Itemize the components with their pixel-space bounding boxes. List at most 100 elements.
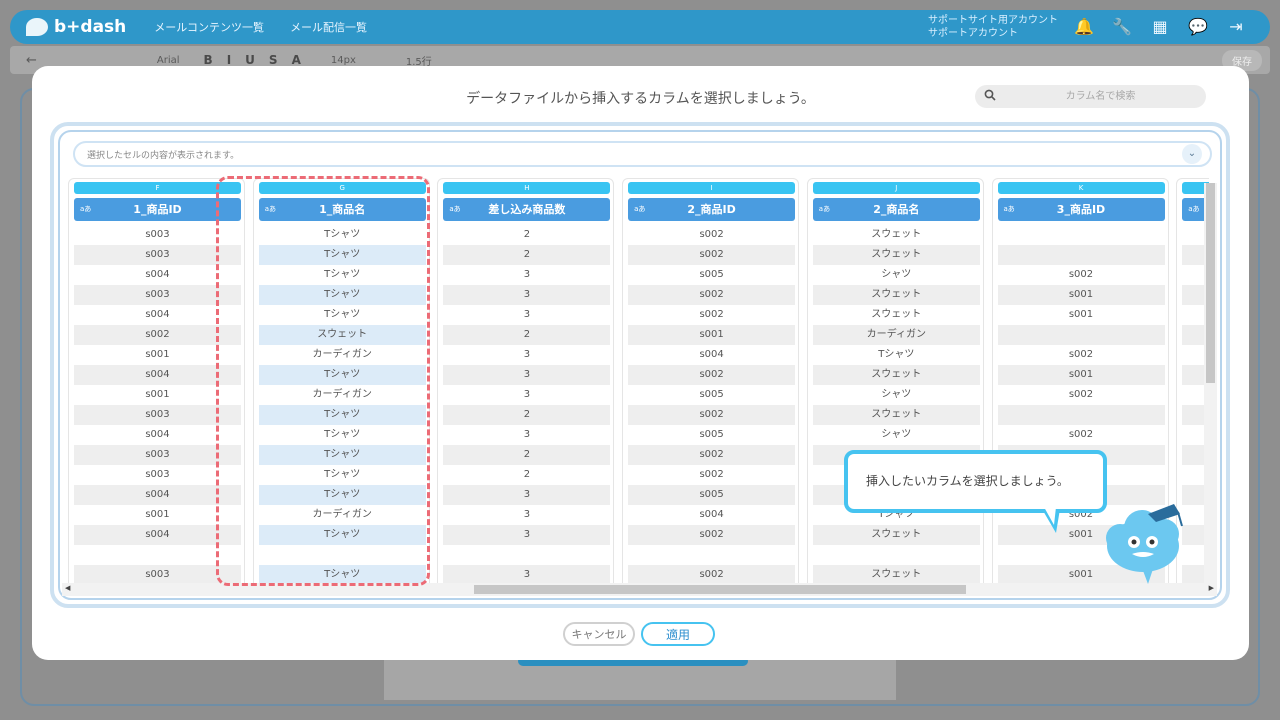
table-cell[interactable]: スウェット: [812, 245, 980, 265]
table-cell[interactable]: 3: [443, 365, 611, 385]
table-cell[interactable]: 3: [443, 425, 610, 445]
table-cell[interactable]: 3: [443, 285, 611, 305]
table-cell[interactable]: s001: [998, 305, 1165, 325]
table-cell[interactable]: Tシャツ: [259, 425, 426, 445]
table-cell[interactable]: スウェット: [813, 305, 980, 325]
horizontal-scrollbar[interactable]: ◀ ▶: [62, 583, 1217, 596]
table-cell[interactable]: カーディガン: [259, 505, 426, 525]
table-cell[interactable]: Tシャツ: [259, 265, 426, 285]
table-cell[interactable]: スウェット: [812, 525, 980, 545]
table-cell[interactable]: s005: [628, 385, 795, 405]
table-cell[interactable]: Tシャツ: [258, 245, 426, 265]
scroll-left-arrow-icon[interactable]: ◀: [65, 584, 70, 592]
table-cell[interactable]: Tシャツ: [258, 405, 426, 425]
table-cell[interactable]: Tシャツ: [813, 345, 980, 365]
bold-button[interactable]: B: [204, 53, 213, 67]
font-size-select[interactable]: 14px: [331, 55, 356, 66]
nav-link-contents[interactable]: メールコンテンツ一覧: [154, 19, 264, 35]
bell-icon[interactable]: 🔔: [1074, 17, 1094, 37]
table-cell[interactable]: s002: [998, 265, 1165, 285]
table-cell[interactable]: s004: [74, 525, 241, 545]
table-cell[interactable]: [443, 545, 610, 565]
table-cell[interactable]: 2: [443, 245, 611, 265]
table-cell[interactable]: 3: [443, 565, 611, 585]
table-cell[interactable]: s004: [74, 425, 241, 445]
table-cell[interactable]: s002: [628, 405, 796, 425]
table-cell[interactable]: 2: [443, 405, 611, 425]
table-cell[interactable]: s002: [998, 425, 1165, 445]
table-cell[interactable]: s003: [74, 465, 241, 485]
table-cell[interactable]: シャツ: [813, 265, 980, 285]
table-cell[interactable]: s002: [628, 525, 796, 545]
table-cell[interactable]: シャツ: [813, 385, 980, 405]
table-cell[interactable]: s005: [628, 265, 795, 285]
table-cell[interactable]: s002: [628, 305, 795, 325]
table-cell[interactable]: s003: [74, 405, 241, 425]
table-cell[interactable]: s001: [997, 285, 1165, 305]
vertical-scrollbar[interactable]: ▼: [1204, 183, 1217, 593]
table-cell[interactable]: s003: [74, 565, 241, 585]
grid-icon[interactable]: ▦: [1150, 17, 1170, 37]
column-header[interactable]: aあ 1_商品ID: [74, 198, 241, 221]
table-cell[interactable]: スウェット: [813, 225, 980, 245]
table-cell[interactable]: Tシャツ: [258, 365, 426, 385]
table-cell[interactable]: s003: [74, 285, 241, 305]
table-cell[interactable]: スウェット: [812, 365, 980, 385]
table-cell[interactable]: [259, 545, 426, 565]
table-cell[interactable]: スウェット: [812, 285, 980, 305]
table-cell[interactable]: s001: [74, 505, 241, 525]
table-cell[interactable]: s003: [74, 245, 241, 265]
table-cell[interactable]: カーディガン: [259, 345, 426, 365]
account-info[interactable]: サポートサイト用アカウント サポートアカウント: [928, 14, 1058, 40]
table-cell[interactable]: スウェット: [258, 325, 426, 345]
table-cell[interactable]: Tシャツ: [258, 485, 426, 505]
table-cell[interactable]: s002: [998, 385, 1165, 405]
cell-content-display[interactable]: 選択したセルの内容が表示されます。 ⌄: [73, 141, 1212, 167]
table-cell[interactable]: [813, 545, 980, 565]
table-cell[interactable]: Tシャツ: [258, 285, 426, 305]
apply-button[interactable]: 適用: [641, 622, 715, 646]
table-cell[interactable]: Tシャツ: [259, 225, 426, 245]
table-cell[interactable]: スウェット: [812, 405, 980, 425]
chevron-down-icon[interactable]: ⌄: [1182, 144, 1202, 164]
table-cell[interactable]: s001: [997, 365, 1165, 385]
search-input[interactable]: [1003, 87, 1198, 106]
table-cell[interactable]: s002: [628, 285, 796, 305]
column-H[interactable]: Haあ 差し込み商品数 2 2 3 3 3 2 3 3 3 2 3 2 2 3 3 3 3: [437, 178, 615, 586]
table-cell[interactable]: 3: [443, 385, 610, 405]
logout-icon[interactable]: ⇥: [1226, 17, 1246, 37]
table-cell[interactable]: s004: [628, 345, 795, 365]
table-cell[interactable]: s001: [628, 325, 796, 345]
scroll-right-arrow-icon[interactable]: ▶: [1209, 584, 1214, 592]
back-arrow-icon[interactable]: ←: [26, 53, 37, 68]
chat-icon[interactable]: 💬: [1188, 17, 1208, 37]
table-cell[interactable]: s002: [628, 465, 795, 485]
table-cell[interactable]: Tシャツ: [258, 445, 426, 465]
table-cell[interactable]: s003: [74, 445, 241, 465]
table-cell[interactable]: s002: [628, 225, 795, 245]
table-cell[interactable]: s002: [998, 345, 1165, 365]
table-cell[interactable]: Tシャツ: [258, 565, 426, 585]
table-cell[interactable]: [997, 245, 1165, 265]
nav-link-deliveries[interactable]: メール配信一覧: [290, 19, 367, 35]
table-cell[interactable]: 3: [443, 485, 611, 505]
table-cell[interactable]: s002: [74, 325, 241, 345]
table-cell[interactable]: 3: [443, 505, 610, 525]
table-cell[interactable]: カーディガン: [259, 385, 426, 405]
horizontal-scroll-thumb[interactable]: [474, 585, 966, 594]
table-cell[interactable]: s004: [628, 505, 795, 525]
cancel-button[interactable]: キャンセル: [563, 622, 635, 646]
table-cell[interactable]: シャツ: [813, 425, 980, 445]
column-J[interactable]: Jaあ 2_商品名 スウェット スウェット シャツ スウェット スウェット カーディガン Tシャ…: [806, 178, 984, 586]
column-header[interactable]: aあ 2_商品名: [812, 198, 980, 221]
table-cell[interactable]: s003: [74, 225, 241, 245]
table-cell[interactable]: s002: [628, 245, 796, 265]
table-cell[interactable]: 2: [443, 465, 610, 485]
italic-button[interactable]: I: [227, 53, 231, 67]
table-cell[interactable]: カーディガン: [812, 325, 980, 345]
table-cell[interactable]: Tシャツ: [259, 305, 426, 325]
table-cell[interactable]: s005: [628, 485, 796, 505]
table-cell[interactable]: s001: [74, 345, 241, 365]
table-cell[interactable]: [997, 325, 1165, 345]
table-cell[interactable]: [998, 225, 1165, 245]
